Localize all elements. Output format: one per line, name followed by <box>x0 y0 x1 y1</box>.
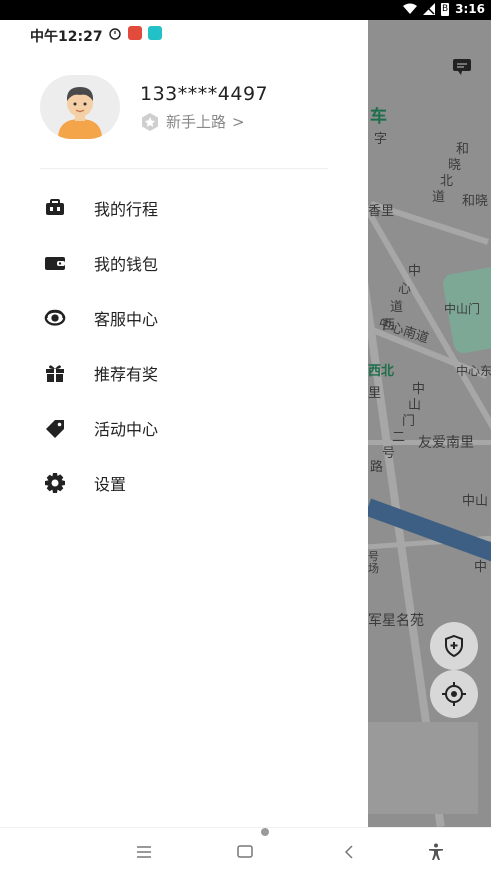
phone-clock: 中午12:27 <box>30 29 103 45</box>
gift-icon <box>44 362 66 384</box>
profile-divider <box>40 168 328 169</box>
avatar[interactable] <box>40 75 120 139</box>
menu-item-wallet[interactable]: 我的钱包 <box>0 235 368 290</box>
menu-item-label: 我的钱包 <box>94 254 159 274</box>
system-status-bar: B 3:16 <box>0 0 491 20</box>
accessibility-icon <box>429 843 443 860</box>
alarm-icon <box>109 28 121 40</box>
battery-icon: B <box>441 2 450 16</box>
menu-item-label: 客服中心 <box>94 309 159 329</box>
chevron-right-icon: > <box>232 112 245 131</box>
navbar-indicator-dot <box>261 828 269 836</box>
locate-button[interactable] <box>430 670 478 718</box>
metro-line <box>368 498 491 571</box>
user-profile[interactable]: 133****4497 新手上路 > <box>40 75 340 145</box>
level-badge-icon <box>142 112 158 131</box>
menu-item-label: 活动中心 <box>94 419 159 439</box>
send-notification-icon <box>148 26 162 40</box>
menu-item-settings[interactable]: 设置 <box>0 455 368 510</box>
map-bottom-card[interactable] <box>368 722 478 814</box>
system-navigation-bar <box>0 827 491 875</box>
chevron-left-icon <box>344 845 353 859</box>
safety-button[interactable] <box>430 622 478 670</box>
menu-item-activities[interactable]: 活动中心 <box>0 400 368 455</box>
drawer-menu: 我的行程 我的钱包 客服中心 推荐有奖 活动中心 设置 <box>0 180 368 510</box>
menu-item-label: 我的行程 <box>94 199 159 219</box>
user-level[interactable]: 新手上路 > <box>140 111 245 132</box>
level-label: 新手上路 <box>166 113 227 131</box>
menu-item-support[interactable]: 客服中心 <box>0 290 368 345</box>
back-nav-button[interactable] <box>337 842 361 862</box>
tag-icon <box>44 417 66 439</box>
signal-off-icon <box>423 3 436 15</box>
menu-nav-button[interactable] <box>132 842 156 862</box>
menu-item-label: 推荐有奖 <box>94 364 159 384</box>
menu-item-trips[interactable]: 我的行程 <box>0 180 368 235</box>
user-phone: 133****4497 <box>140 83 269 105</box>
app-notification-icon <box>128 26 142 40</box>
shield-plus-icon <box>445 634 463 658</box>
wifi-icon <box>403 3 418 14</box>
accessibility-button[interactable] <box>424 842 448 862</box>
map-header-fragment: 车 <box>370 107 387 127</box>
system-clock: 3:16 <box>455 2 485 16</box>
app-status-line: 中午12:27 <box>0 20 368 50</box>
message-icon[interactable] <box>452 58 472 76</box>
home-nav-button[interactable] <box>233 842 257 862</box>
headset-icon <box>44 307 66 329</box>
menu-item-referral[interactable]: 推荐有奖 <box>0 345 368 400</box>
luggage-icon <box>44 197 66 219</box>
menu-item-label: 设置 <box>94 474 127 494</box>
map-view[interactable]: 车 字 和 晓 北 道 和晓 香里 中 心 道 西 中山门 中心南道 西北 中心… <box>368 20 491 827</box>
hamburger-icon <box>137 846 151 858</box>
crosshair-icon <box>442 682 466 706</box>
user-avatar-icon <box>58 87 102 139</box>
gear-icon <box>44 472 66 494</box>
side-drawer: 中午12:27 133****4497 新手上路 > 我的行程 我的钱包 客服中… <box>0 20 368 827</box>
square-icon <box>237 845 253 858</box>
wallet-icon <box>44 252 66 274</box>
